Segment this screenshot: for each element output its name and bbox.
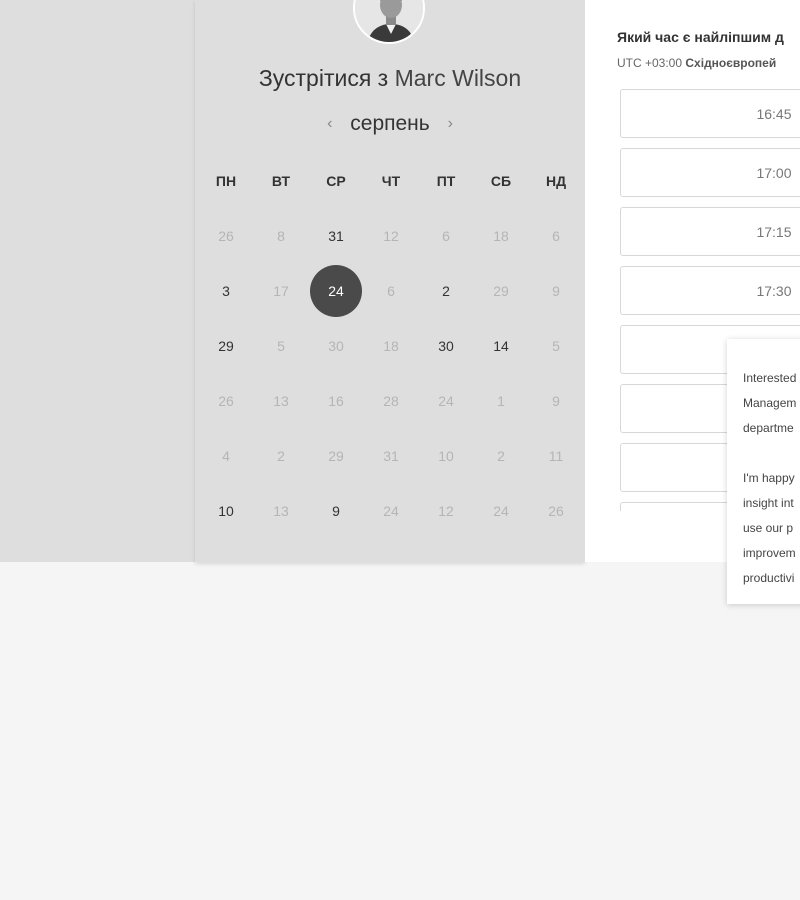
month-navigation: ‹ серпень › [195,112,585,136]
time-question: Який час є найліпшим д [617,29,784,45]
chevron-left-icon[interactable]: ‹ [327,115,332,132]
calendar-day: 2 [277,448,285,464]
calendar-day: 8 [277,228,285,244]
calendar-day: 18 [493,228,509,244]
calendar-day: 26 [218,393,234,409]
timezone-offset: UTC +03:00 [617,56,683,70]
popup-text-line: productivi [743,571,795,585]
timezone-label: UTC +03:00 Східноєвропей [617,56,776,70]
calendar-day: 24 [493,503,509,519]
popup-text-line: Interested [743,371,797,385]
title-prefix: Зустрітися з [258,65,389,91]
popup-text-line: Managem [743,396,797,410]
weekday-label: ВТ [271,173,291,189]
calendar-day: 28 [383,393,399,409]
time-slot-label: 17:30 [756,283,792,299]
weekday-label: ЧТ [381,173,401,189]
weekday-label: НД [545,173,567,189]
popup-text-line: improvem [743,546,796,560]
calendar-day[interactable]: 30 [420,320,472,372]
calendar-day: 17 [273,283,289,299]
calendar-day: 11 [548,448,564,464]
popup-text-line: I'm happy [743,471,795,485]
popup-text-line: use our p [743,521,794,535]
calendar-day: 24 [383,503,399,519]
time-slot-label: 16:45 [756,106,792,122]
calendar-day: 5 [552,338,560,354]
calendar-day[interactable]: 3 [200,265,252,317]
calendar-day: 29 [328,448,344,464]
month-label: серпень [350,112,430,135]
time-slot-button[interactable]: 17:15 [620,207,800,256]
popup-text-line: insight int [743,496,794,510]
time-slot-label: 17:15 [756,224,792,240]
calendar-day: 6 [387,283,395,299]
calendar-day[interactable]: 29 [200,320,252,372]
host-info-popup: Interested Managem departme I'm happy insigh… [727,339,800,604]
calendar-day: 30 [328,338,344,354]
calendar-day: 18 [383,338,399,354]
calendar-day: 9 [552,393,560,409]
calendar-day: 31 [383,448,399,464]
time-slot-button[interactable]: 16:45 [620,89,800,138]
calendar-day: 1 [497,393,505,409]
calendar-day: 26 [218,228,234,244]
calendar-day: 2 [497,448,505,464]
calendar-day[interactable]: 2 [420,265,472,317]
weekday-label: ПН [215,173,237,189]
calendar-day: 13 [273,393,289,409]
calendar-day: 13 [273,503,289,519]
weekday-label: ПТ [436,173,456,189]
calendar-day: 10 [438,448,454,464]
selected-day[interactable]: 24 [310,265,362,317]
chevron-right-icon[interactable]: › [448,115,453,132]
calendar-day: 12 [383,228,399,244]
weekday-label: СБ [490,173,512,189]
time-slot-button[interactable]: 17:00 [620,148,800,197]
calendar-day: 6 [442,228,450,244]
calendar-day: 9 [552,283,560,299]
page-title: Зустрітися з Marc Wilson [195,65,585,92]
calendar-day: 16 [328,393,344,409]
host-name: Marc Wilson [394,65,522,91]
calendar-day: 24 [438,393,454,409]
time-slot-button[interactable]: 17:30 [620,266,800,315]
weekday-label: СР [326,173,346,189]
calendar-grid: 26 8 31 12 6 18 6 3 17 24 6 2 29 9 29 5 30 18 30 14 5 26 13 16 2… [198,208,585,538]
calendar-day: 6 [552,228,560,244]
timezone-name: Східноєвропей [685,56,777,70]
calendar-day: 4 [222,448,230,464]
calendar-day: 26 [548,503,564,519]
calendar-day[interactable]: 14 [475,320,527,372]
calendar-day[interactable]: 9 [310,485,362,537]
popup-text-line: departme [743,421,794,435]
time-slot-label: 17:00 [756,165,792,181]
calendar-day: 29 [493,283,509,299]
calendar-day[interactable]: 31 [310,210,362,262]
calendar-day[interactable]: 10 [200,485,252,537]
calendar-day: 5 [277,338,285,354]
calendar-day: 12 [438,503,454,519]
